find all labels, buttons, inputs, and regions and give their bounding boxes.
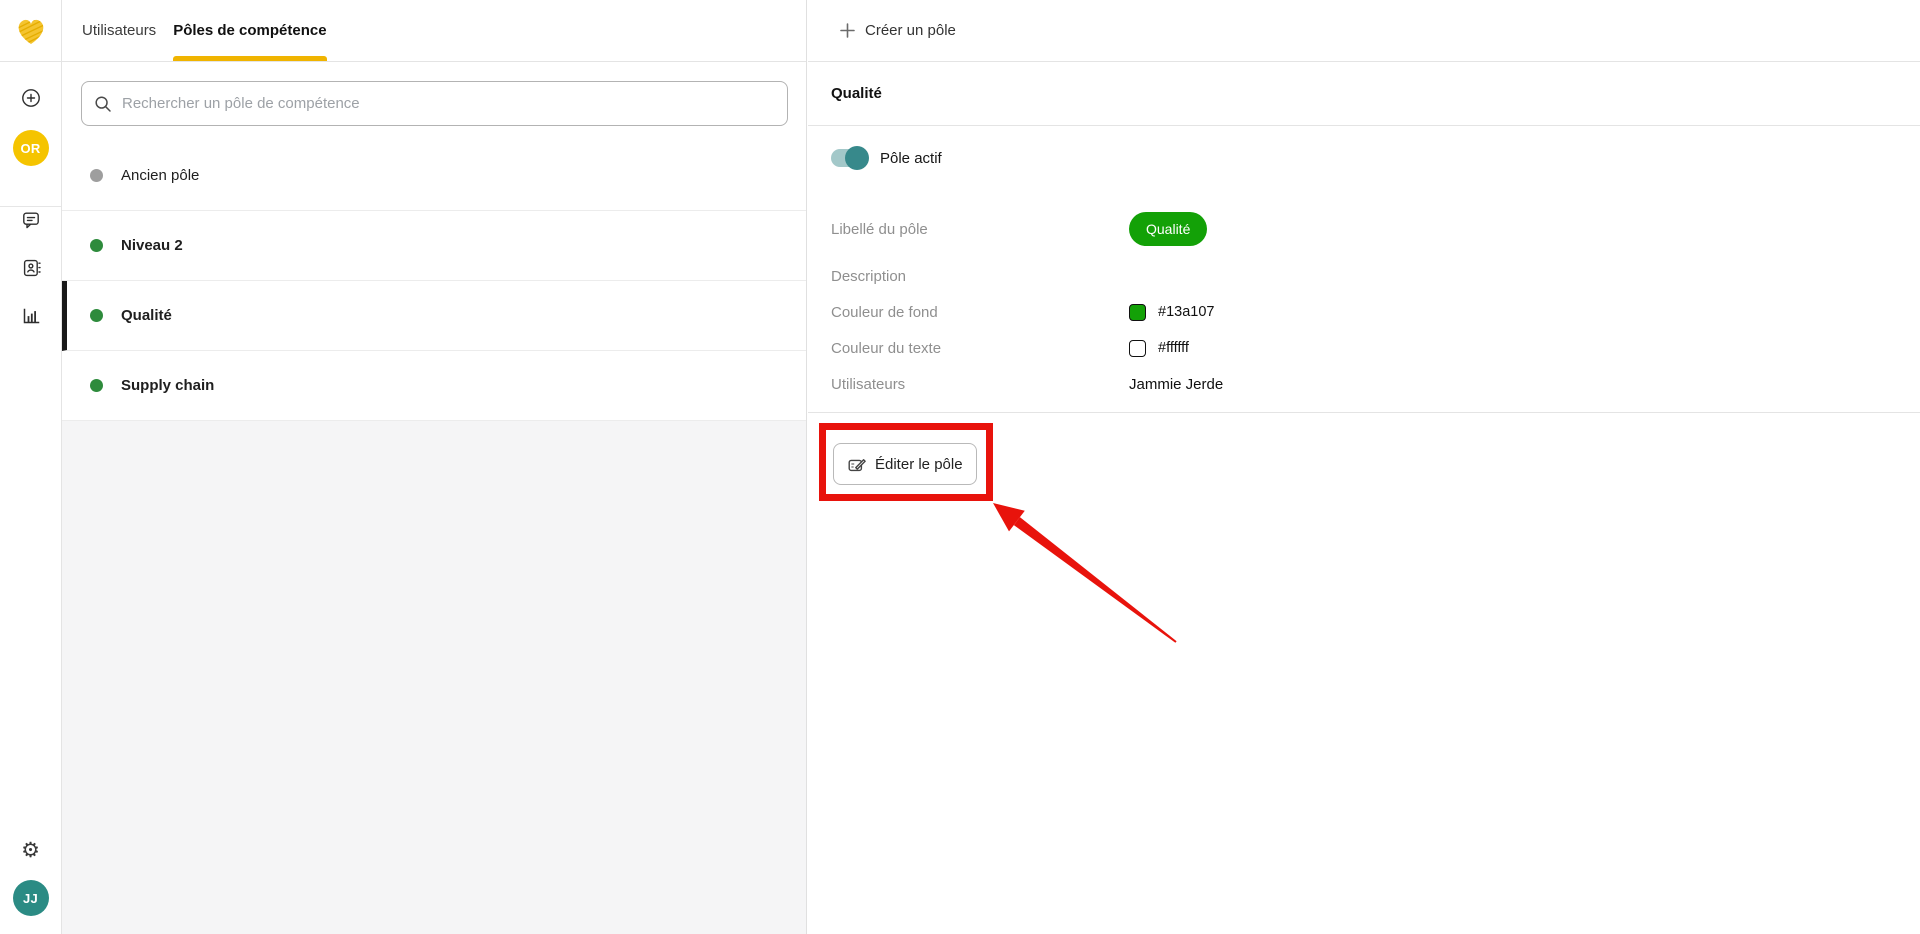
- edit-pole-label: Éditer le pôle: [875, 456, 963, 473]
- detail-header: Créer un pôle: [808, 0, 1920, 62]
- toggle-switch[interactable]: [831, 149, 867, 167]
- search-icon: [94, 95, 112, 113]
- field-description: Description: [831, 262, 1880, 290]
- pole-list-panel: Utilisateurs Pôles de compétence Ancien …: [62, 0, 807, 934]
- detail-title: Qualité: [831, 85, 882, 102]
- pole-label: Ancien pôle: [121, 167, 199, 184]
- text-color-swatch: [1129, 340, 1146, 357]
- heart-logo-icon[interactable]: [14, 15, 48, 47]
- pole-list-item-niveau-2[interactable]: Niveau 2: [62, 211, 806, 281]
- field-value: Jammie Jerde: [1129, 376, 1223, 393]
- sidebar-divider: [0, 206, 61, 207]
- pole-label: Niveau 2: [121, 237, 183, 254]
- pole-fields: Libellé du pôle Qualité Description Coul…: [831, 208, 1880, 398]
- tab-utilisateurs[interactable]: Utilisateurs: [82, 0, 156, 61]
- field-label: Description: [831, 268, 1129, 285]
- avatar-or[interactable]: OR: [13, 130, 49, 166]
- pole-list-item-ancien-pole[interactable]: Ancien pôle: [62, 141, 806, 211]
- pole-status-dot: [90, 239, 103, 252]
- pole-name-pill: Qualité: [1129, 212, 1207, 246]
- pole-list-item-supply-chain[interactable]: Supply chain: [62, 351, 806, 421]
- create-pole-label: Créer un pôle: [865, 22, 956, 39]
- section-divider: [808, 412, 1920, 413]
- field-label: Libellé du pôle: [831, 221, 1129, 238]
- pole-detail-panel: Créer un pôle Qualité Pôle actif Libellé…: [808, 0, 1920, 934]
- field-utilisateurs: Utilisateurs Jammie Jerde: [831, 370, 1880, 398]
- pole-label: Qualité: [121, 307, 172, 324]
- add-circle-icon[interactable]: [21, 88, 41, 108]
- search-input[interactable]: [122, 95, 775, 112]
- bar-chart-icon[interactable]: [21, 306, 41, 326]
- sidebar: OR ⚙ JJ: [0, 0, 62, 934]
- toggle-knob: [845, 146, 869, 170]
- background-color-swatch: [1129, 304, 1146, 321]
- settings-gear-icon[interactable]: ⚙: [21, 840, 40, 861]
- search-area: [62, 62, 806, 141]
- search-box[interactable]: [81, 81, 788, 126]
- sidebar-logo-area: [0, 0, 61, 62]
- toggle-label: Pôle actif: [880, 150, 942, 167]
- field-value: #13a107: [1158, 304, 1214, 320]
- chat-icon[interactable]: [21, 210, 41, 230]
- field-couleur-fond: Couleur de fond #13a107: [831, 298, 1880, 326]
- list-empty-area: [62, 421, 806, 934]
- field-value: #ffffff: [1158, 340, 1189, 356]
- pole-label: Supply chain: [121, 377, 214, 394]
- tab-label: Utilisateurs: [82, 22, 156, 39]
- field-libelle: Libellé du pôle Qualité: [831, 208, 1880, 250]
- field-label: Couleur de fond: [831, 304, 1129, 321]
- tab-label: Pôles de compétence: [173, 22, 326, 39]
- pole-status-dot: [90, 169, 103, 182]
- field-couleur-texte: Couleur du texte #ffffff: [831, 334, 1880, 362]
- detail-title-row: Qualité: [808, 62, 1920, 126]
- edit-pencil-icon: [847, 455, 866, 474]
- active-tab-underline: [173, 56, 326, 61]
- pole-list-item-qualite[interactable]: Qualité: [62, 281, 806, 351]
- avatar-jj[interactable]: JJ: [13, 880, 49, 916]
- tabs-bar: Utilisateurs Pôles de compétence: [62, 0, 806, 62]
- pole-status-dot: [90, 379, 103, 392]
- plus-icon: [839, 22, 856, 39]
- field-label: Couleur du texte: [831, 340, 1129, 357]
- tab-poles-de-competence[interactable]: Pôles de compétence: [173, 0, 326, 61]
- field-label: Utilisateurs: [831, 376, 1129, 393]
- contacts-icon[interactable]: [21, 258, 41, 278]
- pole-active-toggle-row[interactable]: Pôle actif: [831, 144, 942, 172]
- create-pole-button[interactable]: Créer un pôle: [839, 22, 956, 39]
- pole-status-dot: [90, 309, 103, 322]
- edit-pole-button[interactable]: Éditer le pôle: [833, 443, 977, 485]
